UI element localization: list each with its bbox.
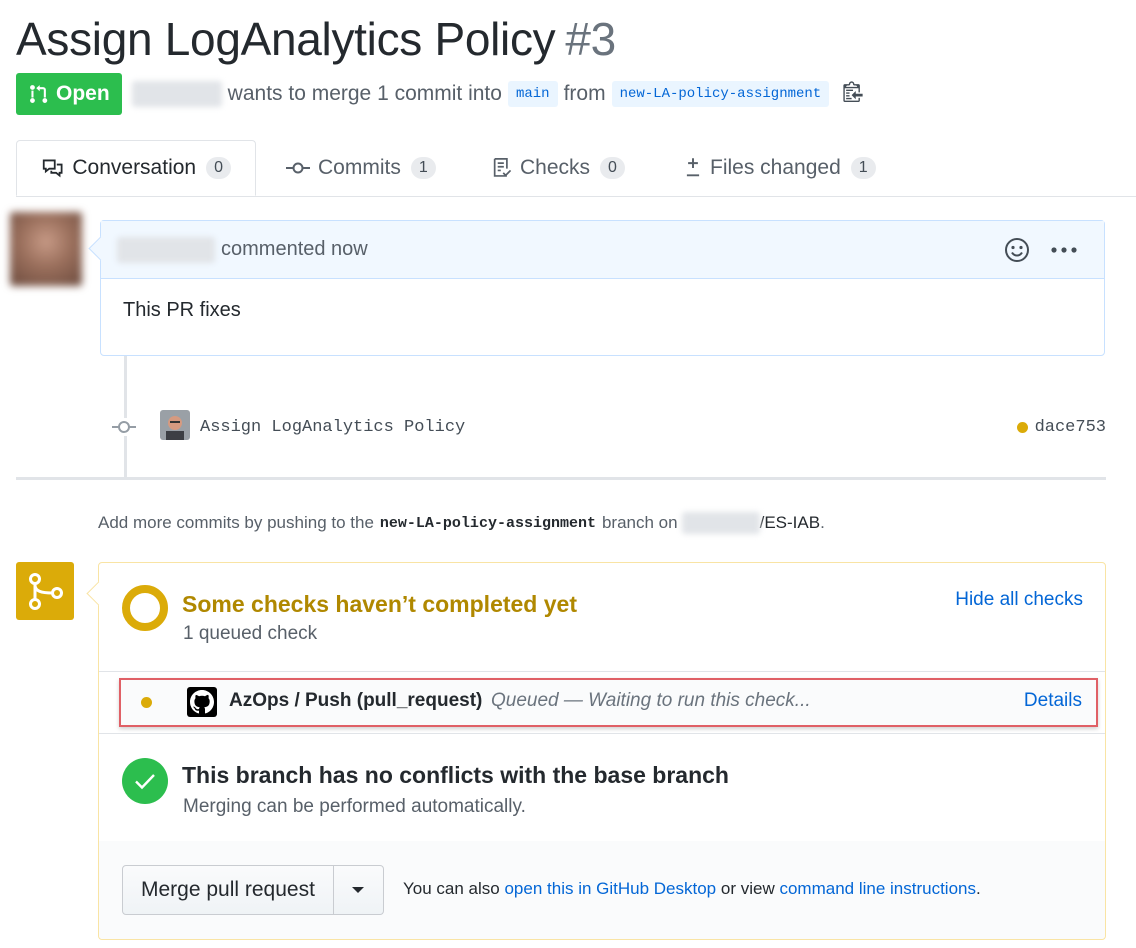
push-hint-repo: /ES-IAB [759,513,821,532]
check-item: AzOps / Push (pull_request) Queued — Wai… [119,678,1098,727]
pr-tabs: Conversation 0 Commits 1 Checks 0 Files … [16,140,1136,197]
tab-commits-count: 1 [410,157,436,179]
commit-author-avatar[interactable] [160,410,190,440]
kebab-horizontal-icon[interactable] [1050,246,1078,254]
state-label: Open [56,82,110,105]
git-pull-request-icon [30,85,48,103]
timeline-commit: Assign LogAnalytics Policy dace753 [110,410,1106,446]
tab-checks[interactable]: Checks 0 [492,140,625,196]
check-circle-icon [122,758,168,804]
tab-files-changed[interactable]: Files changed 1 [684,140,876,196]
clipboard-icon[interactable] [843,80,863,108]
pr-number: #3 [565,13,616,65]
checks-subtitle: 1 queued check [183,623,318,644]
merge-pull-request-button[interactable]: Merge pull request [122,865,334,915]
merge-footer: Merge pull request You can also open thi… [99,841,1105,939]
tab-files-changed-count: 1 [850,157,876,179]
comment-pointer [88,236,113,261]
comment-header: commented now [88,221,1104,279]
comment-action: commented now [221,238,368,260]
tab-conversation[interactable]: Conversation 0 [16,140,256,196]
push-hint-prefix: Add more commits by pushing to the [98,513,374,532]
merge-text: wants to merge 1 commit into [227,82,502,105]
hide-all-checks-link[interactable]: Hide all checks [955,589,1083,611]
checks-summary: Some checks haven’t completed yet 1 queu… [99,563,1105,672]
merge-options-dropdown[interactable] [333,865,384,915]
conflict-subtitle: Merging can be performed automatically. [183,796,526,817]
push-hint: Add more commits by pushing to the new-L… [98,512,825,534]
comment-actions [1004,221,1078,278]
merge-box: Some checks haven’t completed yet 1 queu… [86,562,1106,940]
commit-sha[interactable]: dace753 [1016,418,1106,437]
repo-owner-redacted [681,512,760,534]
checks-title: Some checks haven’t completed yet [182,591,577,617]
head-branch-tag[interactable]: new-LA-policy-assignment [611,81,830,107]
pr-title-text: Assign LogAnalytics Policy [16,13,556,65]
check-details-link[interactable]: Details [1024,690,1082,712]
base-branch-tag[interactable]: main [507,81,558,107]
conflict-status: This branch has no conflicts with the ba… [99,733,1105,843]
tab-conversation-label: Conversation [72,156,197,179]
pr-title: Assign LogAnalytics Policy #3 [16,12,616,66]
timeline-divider [16,477,1106,480]
github-logo-icon [187,687,217,717]
pr-meta: Open wants to merge 1 commit into main f… [16,73,863,115]
tab-checks-count: 0 [600,157,625,179]
state-badge: Open [16,73,122,115]
merge-button-group: Merge pull request [122,865,384,915]
commenter-name-redacted[interactable] [117,236,215,263]
triangle-down-icon [352,887,365,893]
merge-hint: You can also open this in GitHub Desktop… [403,879,981,899]
pending-status-dot[interactable] [1016,422,1028,433]
push-hint-branch: new-LA-policy-assignment [379,514,596,532]
commit-message[interactable]: Assign LogAnalytics Policy [200,418,465,437]
tab-commits-label: Commits [318,156,401,179]
tab-files-changed-label: Files changed [710,156,841,179]
merge-hint-middle: or view [720,879,775,898]
queued-status-dot [141,697,152,708]
author-avatar[interactable] [10,212,82,286]
commit-sha-text: dace753 [1034,418,1106,437]
smiley-icon[interactable] [1004,237,1030,263]
tab-commits[interactable]: Commits 1 [286,140,436,196]
check-name: AzOps / Push (pull_request) [229,690,483,711]
push-hint-middle: branch on [601,513,678,532]
diff-icon [686,158,700,177]
comment-body: This PR fixes [123,299,241,321]
git-merge-icon [16,562,74,620]
open-in-desktop-link[interactable]: open this in GitHub Desktop [504,879,716,898]
merge-hint-suffix: . [976,879,981,898]
tab-checks-label: Checks [520,156,591,179]
tab-conversation-count: 0 [206,157,231,179]
pr-comment: commented now This PR fixes [88,220,1105,356]
conflict-title: This branch has no conflicts with the ba… [182,762,729,788]
checklist-icon [493,157,512,177]
check-status: Queued — Waiting to run this check... [491,690,811,711]
author-name-redacted [131,81,222,107]
merge-hint-prefix: You can also [403,879,500,898]
push-hint-suffix: . [820,513,825,532]
git-commit-icon [110,418,138,436]
from-text: from [563,82,606,105]
command-line-instructions-link[interactable]: command line instructions [779,879,976,898]
comment-discussion-icon [42,159,63,178]
pending-ring-icon [122,585,168,631]
git-commit-icon [286,162,310,174]
